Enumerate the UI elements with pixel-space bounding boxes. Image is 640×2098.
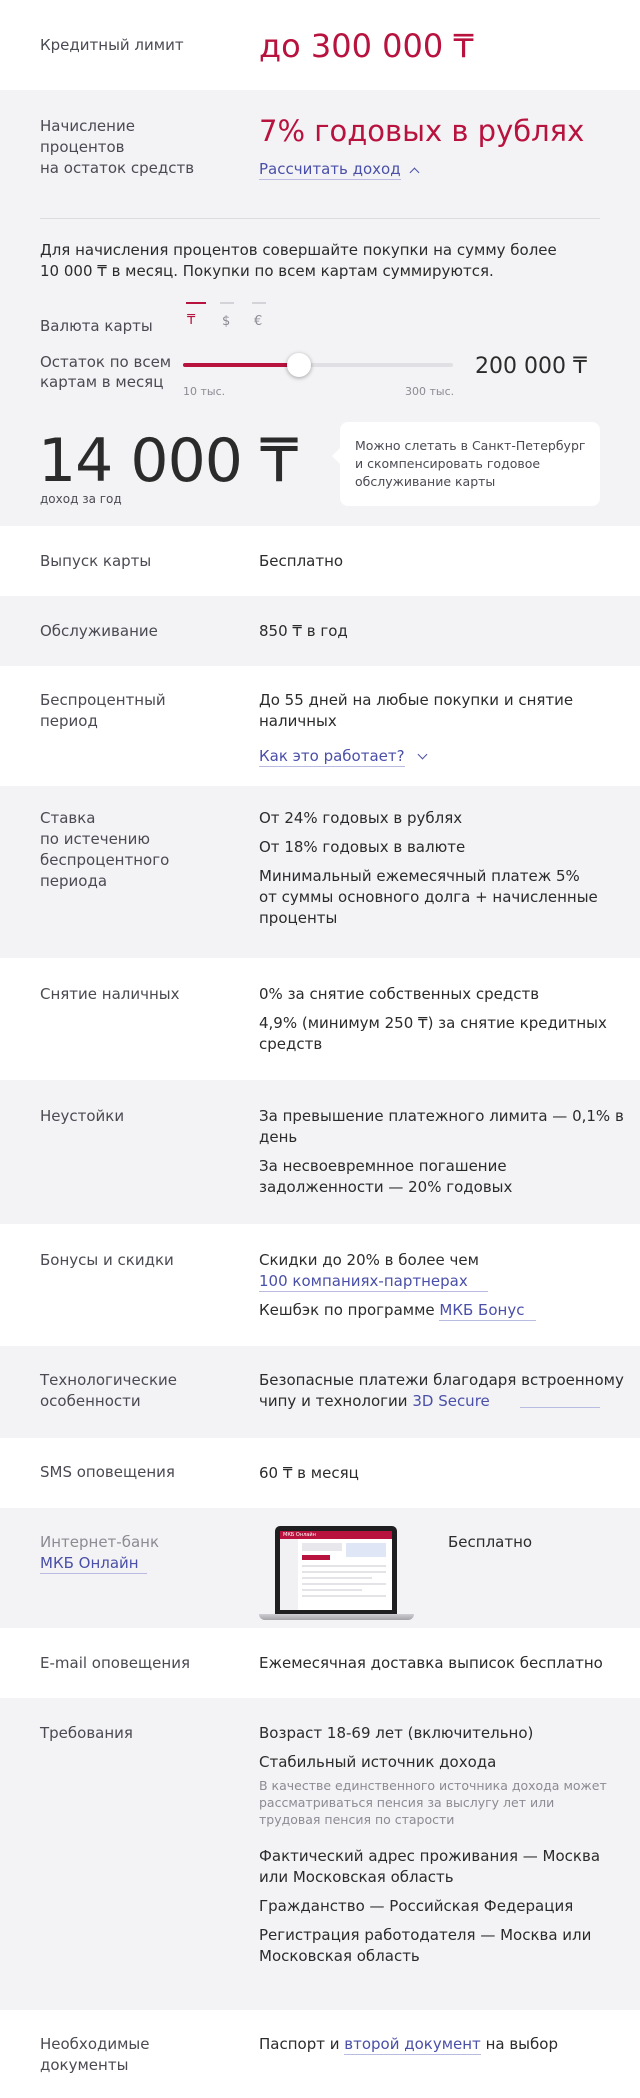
currency-dollar-option[interactable]: $: [222, 311, 230, 332]
laptop-illustration: МКБ Онлайн: [259, 1526, 414, 1624]
sms-value: 60 ₸ в месяц: [259, 1464, 359, 1482]
divider: [40, 218, 600, 219]
sms-row: SMS оповещения 60 ₸ в месяц: [0, 1438, 640, 1508]
requirements-note: В качестве единственного источника доход…: [259, 1778, 607, 1827]
balance-slider-track[interactable]: [183, 353, 453, 377]
screen-block: [302, 1543, 342, 1551]
screen-header: МКБ Онлайн: [280, 1531, 392, 1539]
screen-line: [302, 1565, 386, 1567]
credit-limit-value: до 300 000 ₸: [259, 27, 474, 65]
second-document-link[interactable]: второй документ: [344, 2035, 481, 2055]
sms-label: SMS оповещения: [40, 1463, 175, 1481]
screen-line: [302, 1571, 386, 1573]
interest-value: 7% годовых в рублях: [259, 114, 585, 148]
interest-section: Начисление процентов на остаток средств …: [0, 90, 640, 526]
income-tooltip: Можно слетать в Санкт-Петербург и скомпе…: [332, 422, 600, 506]
rate-label: Ставка по истечению беспроцентного перио…: [40, 809, 170, 890]
screen-sidebar: [280, 1539, 298, 1610]
calculate-income-link[interactable]: Рассчитать доход: [259, 159, 420, 180]
tech-row: Технологические особенности Безопасные п…: [0, 1346, 640, 1438]
grace-value: До 55 дней на любые покупки и снятие нал…: [259, 691, 574, 730]
mkb-online-link[interactable]: МКБ Онлайн: [40, 1554, 147, 1574]
bonus-value: Скидки до 20% в более чем 100 компаниях-…: [259, 1250, 537, 1321]
internet-bank-value: Бесплатно: [448, 1533, 533, 1551]
screen-button: [302, 1555, 330, 1560]
service-label: Обслуживание: [40, 622, 158, 640]
penalty-label: Неустойки: [40, 1107, 125, 1125]
screen-line: [302, 1583, 386, 1585]
tooltip-arrow: [332, 448, 340, 464]
email-value: Ежемесячная доставка выписок бесплатно: [259, 1654, 603, 1672]
screen-logo: МКБ Онлайн: [283, 1532, 316, 1538]
rate-row: Ставка по истечению беспроцентного перио…: [0, 786, 640, 958]
screen-card: [346, 1543, 386, 1557]
slider-min-label: 10 тыс.: [183, 385, 226, 398]
cash-label: Снятие наличных: [40, 985, 180, 1003]
income-value: 14 000 ₸: [38, 426, 298, 496]
balance-slider-thumb[interactable]: [287, 353, 312, 377]
slider-max-label: 300 тыс.: [405, 385, 455, 398]
internet-bank-row: Интернет-банк МКБ Онлайн МКБ Онлайн Бесп…: [0, 1508, 640, 1628]
documents-row: Необходимые документы Паспорт и второй д…: [0, 2010, 640, 2098]
bonus-row: Бонусы и скидки Скидки до 20% в более че…: [0, 1224, 640, 1346]
service-row: Обслуживание 850 ₸ в год: [0, 596, 640, 666]
tech-label: Технологические особенности: [40, 1371, 178, 1410]
requirements-value: Возраст 18-69 лет (включительно) Стабиль…: [259, 1724, 607, 1965]
balance-value: 200 000 ₸: [475, 354, 587, 379]
laptop-base: [259, 1614, 414, 1620]
issue-label: Выпуск карты: [40, 552, 152, 570]
internet-bank-label: Интернет-банк: [40, 1533, 160, 1551]
grace-row: Беспроцентный период До 55 дней на любые…: [0, 666, 640, 786]
email-row: E-mail оповещения Ежемесячная доставка в…: [0, 1628, 640, 1698]
mkb-bonus-link[interactable]: МКБ Бонус: [439, 1301, 537, 1321]
cash-row: Снятие наличных 0% за снятие собственных…: [0, 958, 640, 1080]
penalty-value: За превышение платежного лимита — 0,1% в…: [259, 1107, 624, 1196]
screen-line: [302, 1589, 362, 1591]
tech-value: Безопасные платежи благодаря встроенному…: [259, 1371, 624, 1410]
bonus-label: Бонусы и скидки: [40, 1251, 174, 1269]
currency-underline: [220, 302, 234, 304]
calc-note: Для начисления процентов совершайте поку…: [40, 241, 557, 280]
interest-label: Начисление процентов на остаток средств: [40, 117, 195, 177]
cash-value: 0% за снятие собственных средств 4,9% (м…: [259, 985, 607, 1053]
documents-value: Паспорт и второй документ на выбор: [259, 2035, 558, 2055]
rate-value: От 24% годовых в рублях От 18% годовых в…: [259, 809, 598, 927]
screen-line: [302, 1577, 372, 1579]
chevron-down-icon: [417, 749, 428, 760]
page: Кредитный лимит до 300 000 ₸ Начисление …: [0, 0, 640, 2098]
laptop-screen-bezel: МКБ Онлайн: [275, 1526, 397, 1614]
service-value: 850 ₸ в год: [259, 622, 348, 640]
currency-tenge-option[interactable]: ₸: [187, 310, 195, 331]
laptop-screen: МКБ Онлайн: [280, 1531, 392, 1610]
requirements-label: Требования: [40, 1724, 133, 1742]
grace-label: Беспроцентный период: [40, 691, 166, 730]
partners-link[interactable]: 100 компаниях-партнерах: [259, 1272, 488, 1292]
issue-value: Бесплатно: [259, 552, 344, 570]
chevron-up-icon: [409, 167, 420, 178]
currency-underline: [252, 302, 266, 304]
credit-limit-label: Кредитный лимит: [40, 36, 184, 54]
screen-line: [302, 1595, 386, 1597]
balance-label: Остаток по всем картам в месяц: [40, 353, 172, 391]
how-it-works-link[interactable]: Как это работает?: [259, 746, 428, 767]
documents-label: Необходимые документы: [40, 2035, 150, 2074]
email-label: E-mail оповещения: [40, 1654, 190, 1672]
balance-slider-fill: [183, 363, 300, 367]
penalty-row: Неустойки За превышение платежного лимит…: [0, 1080, 640, 1224]
3d-secure-link[interactable]: 3D Secure: [412, 1392, 489, 1410]
requirements-row: Требования Возраст 18-69 лет (включитель…: [0, 1698, 640, 2010]
currency-label: Валюта карты: [40, 317, 153, 335]
income-label: доход за год: [40, 492, 122, 506]
issue-row: Выпуск карты Бесплатно: [0, 526, 640, 596]
credit-limit-section: Кредитный лимит до 300 000 ₸: [0, 0, 640, 90]
tooltip-text: Можно слетать в Санкт-Петербург и скомпе…: [355, 438, 586, 489]
link-underline: [520, 1407, 600, 1408]
currency-underline-active: [186, 302, 206, 304]
currency-euro-option[interactable]: €: [254, 311, 262, 332]
